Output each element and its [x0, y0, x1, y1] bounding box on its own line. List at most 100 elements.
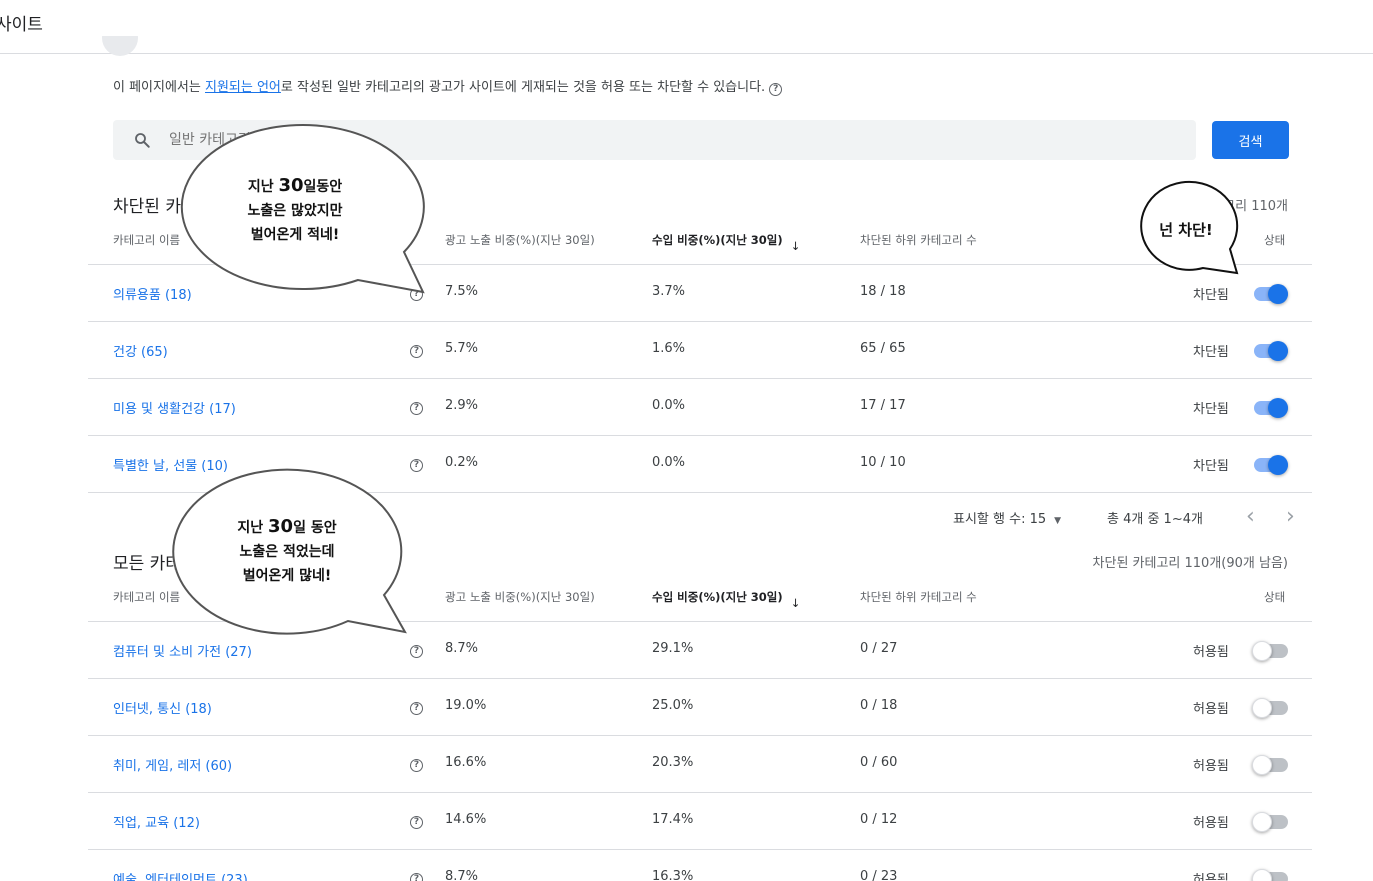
revenue-value: 0.0% — [652, 455, 686, 470]
category-name-link[interactable]: 의류용품 (18) — [113, 284, 192, 303]
rows-per-page-label: 표시할 행 수: — [953, 512, 1026, 527]
revenue-value: 16.3% — [652, 869, 694, 881]
category-name-link[interactable]: 건강 (65) — [113, 341, 168, 360]
arrow-down-icon: ↓ — [790, 239, 801, 253]
column-impressions[interactable]: 광고 노출 비중(%)(지난 30일) — [445, 232, 595, 248]
subcategories-value: 0 / 23 — [860, 869, 898, 881]
column-status[interactable]: 상태 — [1264, 589, 1285, 605]
search-button[interactable]: 검색 — [1212, 121, 1289, 159]
help-icon[interactable]: ? — [410, 345, 423, 358]
bubble-2-line-2: 노출은 적었는데 — [239, 544, 335, 560]
status-label: 허용됨 — [1193, 759, 1229, 774]
bubble-1-text: 지난 30일동안 노출은 많았지만 벌어온게 적네! — [200, 174, 390, 247]
help-icon[interactable]: ? — [410, 816, 423, 829]
supported-languages-link[interactable]: 지원되는 언어 — [205, 80, 281, 95]
subcategories-value: 0 / 27 — [860, 641, 898, 656]
bubble-2-line-1b: 일 동안 — [293, 520, 337, 536]
bubble-2-line-1: 지난 30일 동안 — [192, 515, 382, 540]
column-revenue[interactable]: 수입 비중(%)(지난 30일) ↓ — [652, 232, 800, 253]
rows-per-page[interactable]: 표시할 행 수: 15 ▼ — [953, 508, 1061, 527]
category-name-link[interactable]: 인터넷, 통신 (18) — [113, 698, 212, 717]
bubble-2-text: 지난 30일 동안 노출은 적었는데 벌어온게 많네! — [192, 515, 382, 588]
table-row: 인터넷, 통신 (18)? 19.0% 25.0% 0 / 18 허용됨 — [88, 679, 1312, 736]
column-name[interactable]: 카테고리 이름 — [113, 232, 180, 248]
category-name-link[interactable]: 미용 및 생활건강 (17) — [113, 398, 236, 417]
column-name[interactable]: 카테고리 이름 — [113, 589, 180, 605]
block-toggle[interactable] — [1252, 755, 1288, 775]
subcategories-value: 0 / 18 — [860, 698, 898, 713]
revenue-value: 29.1% — [652, 641, 694, 656]
category-name-link[interactable]: 취미, 게임, 레저 (60) — [113, 755, 232, 774]
table-row: 특별한 날, 선물 (10)? 0.2% 0.0% 10 / 10 차단됨 — [88, 436, 1312, 493]
toggle-knob — [1252, 869, 1272, 881]
top-bar: 사이트 — [0, 0, 1373, 54]
all-section-count: 차단된 카테고리 110개(90개 남음) — [1092, 556, 1288, 571]
category-name-link[interactable]: 직업, 교육 (12) — [113, 812, 200, 831]
revenue-value: 17.4% — [652, 812, 694, 827]
description-prefix: 이 페이지에서는 — [113, 80, 205, 95]
block-toggle[interactable] — [1252, 812, 1288, 832]
category-name-link[interactable]: 컴퓨터 및 소비 가전 (27) — [113, 641, 252, 660]
block-toggle[interactable] — [1252, 641, 1288, 661]
revenue-value: 25.0% — [652, 698, 694, 713]
search-box — [113, 120, 1196, 160]
table-row: 직업, 교육 (12)? 14.6% 17.4% 0 / 12 허용됨 — [88, 793, 1312, 850]
revenue-value: 1.6% — [652, 341, 686, 356]
all-table-header: 카테고리 이름 광고 노출 비중(%)(지난 30일) 수입 비중(%)(지난 … — [88, 582, 1312, 622]
table-row: 미용 및 생활건강 (17)? 2.9% 0.0% 17 / 17 차단됨 — [88, 379, 1312, 436]
impressions-value: 5.7% — [445, 341, 479, 356]
impressions-value: 2.9% — [445, 398, 479, 413]
help-icon[interactable]: ? — [410, 873, 423, 881]
search-input[interactable] — [169, 120, 1169, 160]
help-icon[interactable]: ? — [410, 288, 423, 301]
impressions-value: 19.0% — [445, 698, 487, 713]
column-impressions[interactable]: 광고 노출 비중(%)(지난 30일) — [445, 589, 595, 605]
block-toggle[interactable] — [1252, 698, 1288, 718]
help-icon[interactable]: ? — [410, 759, 423, 772]
toggle-knob — [1268, 398, 1288, 418]
status-label: 차단됨 — [1193, 288, 1229, 303]
help-icon[interactable]: ? — [410, 459, 423, 472]
revenue-value: 20.3% — [652, 755, 694, 770]
category-name-link[interactable]: 예술, 엔터테인먼트 (23) — [113, 869, 248, 881]
help-icon[interactable]: ? — [410, 702, 423, 715]
impressions-value: 8.7% — [445, 641, 479, 656]
help-icon[interactable]: ? — [410, 402, 423, 415]
help-icon[interactable]: ? — [769, 83, 783, 96]
toggle-knob — [1268, 341, 1288, 361]
status-label: 차단됨 — [1193, 459, 1229, 474]
block-toggle[interactable] — [1252, 398, 1288, 418]
blocked-section-count: 카테고리 110개 — [1199, 199, 1288, 214]
column-subcategories[interactable]: 차단된 하위 카테고리 수 — [860, 232, 977, 248]
subcategories-value: 0 / 60 — [860, 755, 898, 770]
revenue-value: 0.0% — [652, 398, 686, 413]
chevron-right-icon[interactable]: › — [1286, 504, 1295, 529]
help-icon[interactable]: ? — [410, 645, 423, 658]
toggle-knob — [1252, 698, 1272, 718]
bubble-1-number: 30 — [278, 175, 304, 196]
status-label: 차단됨 — [1193, 402, 1229, 417]
status-label: 허용됨 — [1193, 816, 1229, 831]
chevron-left-icon[interactable]: ‹ — [1246, 504, 1255, 529]
column-revenue[interactable]: 수입 비중(%)(지난 30일) ↓ — [652, 589, 800, 610]
column-revenue-label: 수입 비중(%)(지난 30일) — [652, 590, 783, 604]
block-toggle[interactable] — [1252, 284, 1288, 304]
toggle-knob — [1252, 755, 1272, 775]
subcategories-value: 17 / 17 — [860, 398, 906, 413]
description-suffix: 로 작성된 일반 카테고리의 광고가 사이트에 게재되는 것을 허용 또는 차단… — [280, 80, 766, 95]
status-label: 차단됨 — [1193, 345, 1229, 360]
pager-range: 총 4개 중 1~4개 — [1107, 512, 1203, 527]
subcategories-value: 18 / 18 — [860, 284, 906, 299]
column-status[interactable]: 상태 — [1264, 232, 1285, 248]
column-subcategories[interactable]: 차단된 하위 카테고리 수 — [860, 589, 977, 605]
block-toggle[interactable] — [1252, 455, 1288, 475]
bubble-3-text: 넌 차단! — [1159, 221, 1213, 239]
block-toggle[interactable] — [1252, 869, 1288, 881]
status-label: 허용됨 — [1193, 702, 1229, 717]
bubble-2-line-3: 벌어온게 많네! — [242, 568, 332, 584]
category-name-link[interactable]: 특별한 날, 선물 (10) — [113, 455, 228, 474]
arrow-down-icon: ↓ — [790, 596, 801, 610]
toggle-knob — [1252, 641, 1272, 661]
bubble-1-line-1b: 일동안 — [303, 179, 343, 195]
block-toggle[interactable] — [1252, 341, 1288, 361]
